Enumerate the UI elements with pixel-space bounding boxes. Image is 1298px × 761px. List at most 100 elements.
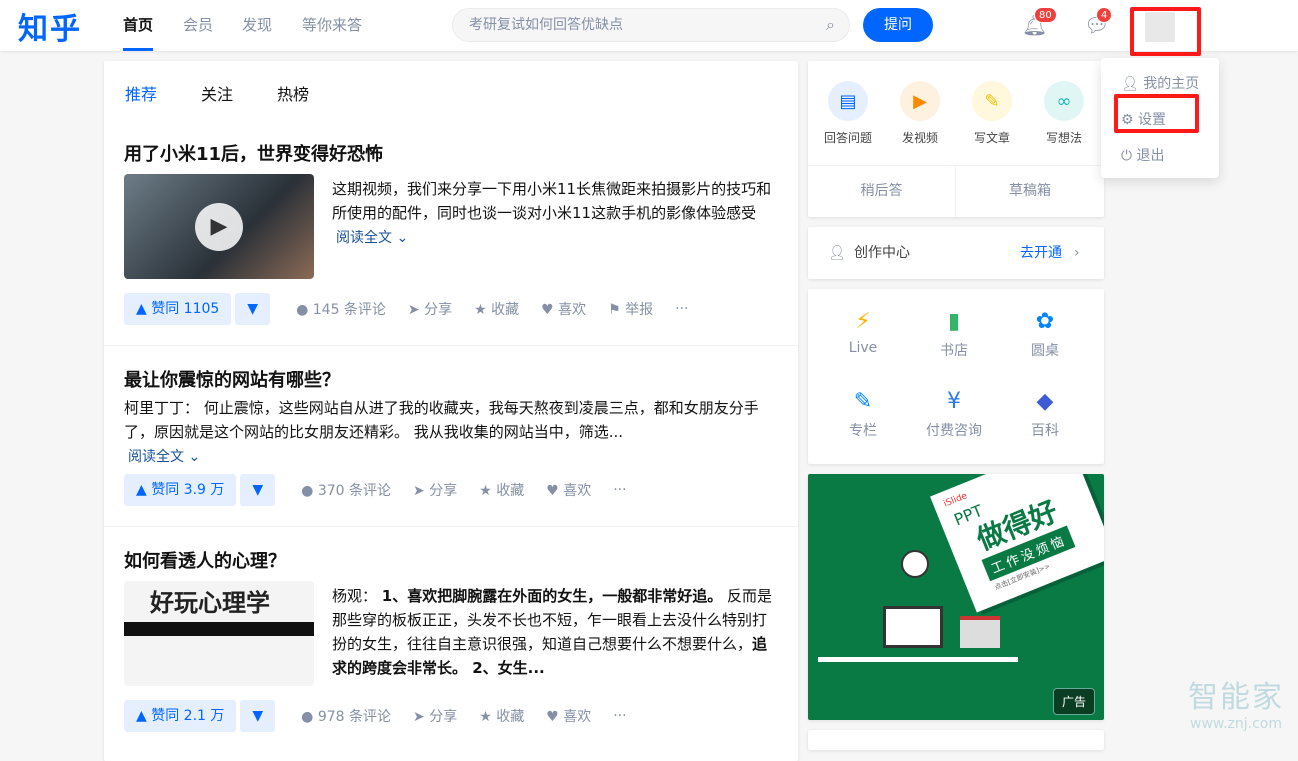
article-actions: ▲ 赞同 1105 ▼ ● 145 条评论 ➤ 分享 ★ 收藏 ♥ 喜欢 ⚑ 举… — [124, 293, 689, 325]
search-icon[interactable]: ⌕ — [826, 9, 835, 41]
collect-button[interactable]: ★ 收藏 — [479, 480, 524, 500]
collect-label: 收藏 — [496, 709, 524, 725]
tool-paid-consult[interactable]: ¥付费咨询 — [914, 389, 994, 440]
more-options-button[interactable]: ··· — [613, 708, 626, 724]
write-thought-button[interactable]: ∞ 写想法 — [1032, 81, 1096, 146]
downvote-button[interactable]: ▼ — [235, 293, 270, 325]
article-title[interactable]: 如何看透人的心理？ — [124, 547, 286, 573]
nav-home[interactable]: 首页 — [123, 0, 153, 51]
comments-button[interactable]: ● 978 条评论 — [301, 706, 391, 726]
feed-item: 如何看透人的心理？ 好玩心理学 杨观： 1、喜欢把脚腕露在外面的女生，一般都非常… — [104, 527, 798, 747]
article-actions: ▲ 赞同 2.1 万 ▼ ● 978 条评论 ➤ 分享 ★ 收藏 ♥ 喜欢 ··… — [124, 700, 627, 732]
tab-follow[interactable]: 关注 — [201, 81, 233, 105]
tool-encyclopedia[interactable]: ◆百科 — [1005, 389, 1085, 440]
edit-icon: ✎ — [972, 81, 1012, 121]
ad-card: iSlide PPT 做得好 工作没烦恼 点击[立即安装]>> — [930, 474, 1104, 613]
article-title[interactable]: 最让你震惊的网站有哪些？ — [124, 366, 340, 392]
tab-hot[interactable]: 热榜 — [277, 81, 309, 105]
like-label: 喜欢 — [563, 483, 591, 499]
comments-button[interactable]: ● 145 条评论 — [296, 299, 386, 319]
user-icon: 👤︎ — [1121, 76, 1139, 92]
pen-icon: ✎ — [823, 389, 903, 414]
post-video-button[interactable]: ▶发视频 — [888, 81, 952, 146]
watermark-url: www.znj.com — [1188, 716, 1284, 732]
answer-later-button[interactable]: 稍后答 — [808, 165, 956, 217]
upvote-button[interactable]: ▲ 赞同 2.1 万 — [124, 700, 236, 732]
yuan-icon: ¥ — [914, 389, 994, 414]
downvote-button[interactable]: ▼ — [240, 474, 275, 506]
comments-button[interactable]: ● 370 条评论 — [301, 480, 391, 500]
tool-column[interactable]: ✎专栏 — [823, 389, 903, 440]
watermark: 智能家 www.znj.com — [1188, 672, 1284, 732]
create-label: 写文章 — [974, 131, 1010, 145]
feed-item: 用了小米11后，世界变得好恐怖 ▶ 这期视频，我们来分享一下用小米11长焦微距来… — [104, 125, 798, 346]
upvote-button[interactable]: ▲ 赞同 1105 — [124, 293, 231, 325]
collect-button[interactable]: ★ 收藏 — [474, 299, 519, 319]
clock-illustration — [901, 550, 929, 578]
thumbnail-title: 好玩心理学 — [124, 581, 314, 618]
video-thumbnail[interactable]: ▶ — [124, 174, 314, 279]
comments-count: 145 条评论 — [313, 302, 386, 318]
comments-count: 978 条评论 — [318, 709, 391, 725]
collect-label: 收藏 — [496, 483, 524, 499]
tab-recommend[interactable]: 推荐 — [125, 81, 157, 105]
ad-banner[interactable]: iSlide PPT 做得好 工作没烦恼 点击[立即安装]>> 广告 — [808, 474, 1104, 720]
zhihu-logo[interactable]: 知乎 — [18, 4, 82, 48]
desk-illustration — [818, 657, 1018, 662]
share-button[interactable]: ➤ 分享 — [413, 480, 457, 500]
nav-discover[interactable]: 发现 — [242, 0, 272, 51]
tool-label: 书店 — [940, 343, 968, 359]
play-icon[interactable]: ▶ — [195, 203, 243, 251]
tools-card: ⚡︎Live ▮ 书店 ✿圆桌 ✎专栏 ¥付费咨询 ◆百科 — [808, 289, 1104, 464]
nav-waiting-answers[interactable]: 等你来答 — [302, 0, 362, 51]
more-options-button[interactable]: ··· — [675, 301, 688, 317]
report-button[interactable]: ⚑ 举报 — [608, 299, 653, 319]
write-article-button[interactable]: ✎ 写文章 — [960, 81, 1024, 146]
downvote-button[interactable]: ▼ — [240, 700, 275, 732]
tool-live[interactable]: ⚡︎Live — [823, 309, 903, 356]
tool-roundtable[interactable]: ✿圆桌 — [1005, 309, 1085, 360]
creator-center-card[interactable]: 👤︎ 创作中心 去开通 › — [808, 227, 1104, 279]
share-button[interactable]: ➤ 分享 — [413, 706, 457, 726]
like-button[interactable]: ♥ 喜欢 — [546, 480, 591, 500]
highlight-box-settings — [1114, 94, 1199, 133]
tool-bookstore[interactable]: ▮ 书店 — [914, 309, 994, 360]
like-button[interactable]: ♥ 喜欢 — [541, 299, 586, 319]
create-label: 写想法 — [1046, 131, 1082, 145]
drafts-button[interactable]: 草稿箱 — [956, 165, 1104, 217]
thought-icon: ∞ — [1044, 81, 1084, 121]
activate-link[interactable]: 去开通 — [1020, 227, 1062, 279]
share-label: 分享 — [429, 709, 457, 725]
more-options-button[interactable]: ··· — [613, 482, 626, 498]
answer-question-button[interactable]: ▤回答问题 — [816, 81, 880, 146]
watermark-name: 智能家 — [1188, 672, 1284, 716]
power-icon: ⏻ — [1121, 148, 1132, 164]
ad-badge: 广告 — [1053, 688, 1095, 715]
nav-membership[interactable]: 会员 — [183, 0, 213, 51]
encyclopedia-icon: ◆ — [1005, 389, 1085, 414]
comments-count: 370 条评论 — [318, 483, 391, 499]
ask-question-button[interactable]: 提问 — [863, 8, 933, 42]
article-excerpt[interactable]: 柯里丁丁： 何止震惊，这些网站自从进了我的收藏夹，我每天熬夜到凌晨三点，都和女朋… — [124, 396, 764, 444]
share-button[interactable]: ➤ 分享 — [408, 299, 452, 319]
read-more-label: 阅读全文 — [128, 449, 184, 465]
menu-label: 退出 — [1137, 148, 1165, 164]
creator-icon: 👤︎ — [828, 227, 846, 279]
like-button[interactable]: ♥ 喜欢 — [546, 706, 591, 726]
search-input[interactable]: 考研复试如何回答优缺点⌕ — [452, 8, 850, 42]
menu-item-my-homepage[interactable]: 👤︎ 我的主页 — [1121, 73, 1199, 93]
article-excerpt[interactable]: 这期视频，我们来分享一下用小米11长焦微距来拍摄影片的技巧和所使用的配件，同时也… — [332, 177, 778, 225]
calendar-illustration — [960, 616, 1000, 648]
menu-item-logout[interactable]: ⏻ 退出 — [1121, 145, 1165, 165]
upvote-button[interactable]: ▲ 赞同 3.9 万 — [124, 474, 236, 506]
book-icon: ▮ — [914, 309, 994, 334]
article-excerpt[interactable]: 杨观： 1、喜欢把脚腕露在外面的女生，一般都非常好追。 反而是那些穿的板板正正，… — [332, 584, 778, 680]
document-icon: ▤ — [828, 81, 868, 121]
read-more-link[interactable]: 阅读全文 ⌄ — [336, 227, 408, 247]
article-thumbnail[interactable]: 好玩心理学 — [124, 581, 314, 686]
read-more-link[interactable]: 阅读全文 ⌄ — [128, 446, 200, 466]
article-title[interactable]: 用了小米11后，世界变得好恐怖 — [124, 140, 383, 166]
feed-item: 最让你震惊的网站有哪些？ 柯里丁丁： 何止震惊，这些网站自从进了我的收藏夹，我每… — [104, 346, 798, 527]
collect-button[interactable]: ★ 收藏 — [479, 706, 524, 726]
menu-label: 我的主页 — [1143, 76, 1199, 92]
